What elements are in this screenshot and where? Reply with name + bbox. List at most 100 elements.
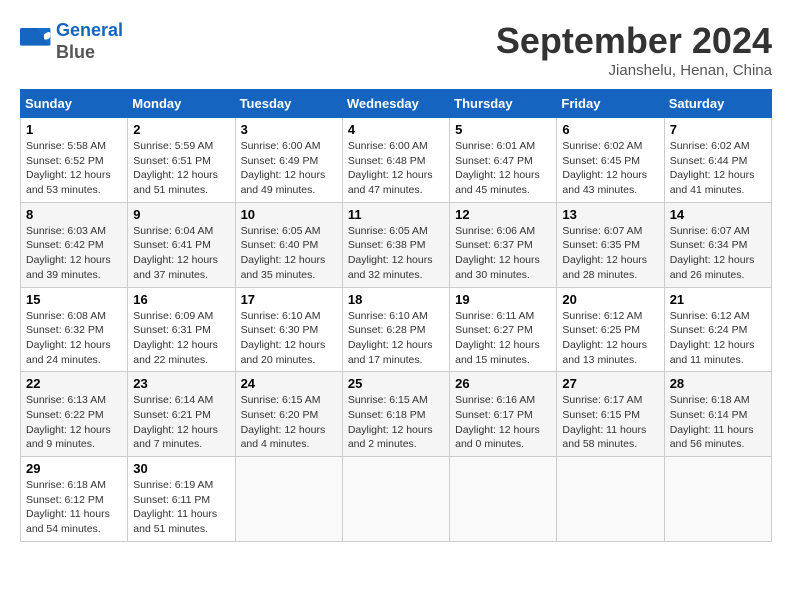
day-number: 9: [133, 207, 229, 222]
day-info: Sunrise: 6:07 AM Sunset: 6:35 PM Dayligh…: [562, 224, 658, 283]
day-number: 3: [241, 122, 337, 137]
day-info: Sunrise: 6:09 AM Sunset: 6:31 PM Dayligh…: [133, 309, 229, 368]
day-number: 18: [348, 292, 444, 307]
day-number: 28: [670, 376, 766, 391]
calendar-cell: 17 Sunrise: 6:10 AM Sunset: 6:30 PM Dayl…: [235, 287, 342, 372]
calendar-cell: 27 Sunrise: 6:17 AM Sunset: 6:15 PM Dayl…: [557, 372, 664, 457]
calendar-cell: 19 Sunrise: 6:11 AM Sunset: 6:27 PM Dayl…: [450, 287, 557, 372]
day-number: 20: [562, 292, 658, 307]
day-number: 2: [133, 122, 229, 137]
day-info: Sunrise: 6:02 AM Sunset: 6:45 PM Dayligh…: [562, 139, 658, 198]
calendar-cell: 14 Sunrise: 6:07 AM Sunset: 6:34 PM Dayl…: [664, 202, 771, 287]
calendar-cell: 12 Sunrise: 6:06 AM Sunset: 6:37 PM Dayl…: [450, 202, 557, 287]
calendar-cell: 28 Sunrise: 6:18 AM Sunset: 6:14 PM Dayl…: [664, 372, 771, 457]
day-info: Sunrise: 6:00 AM Sunset: 6:49 PM Dayligh…: [241, 139, 337, 198]
logo: General Blue: [20, 20, 123, 63]
calendar-cell: 16 Sunrise: 6:09 AM Sunset: 6:31 PM Dayl…: [128, 287, 235, 372]
calendar-cell: 25 Sunrise: 6:15 AM Sunset: 6:18 PM Dayl…: [342, 372, 449, 457]
title-area: September 2024 Jianshelu, Henan, China: [496, 20, 772, 79]
day-info: Sunrise: 6:05 AM Sunset: 6:38 PM Dayligh…: [348, 224, 444, 283]
day-info: Sunrise: 6:01 AM Sunset: 6:47 PM Dayligh…: [455, 139, 551, 198]
day-number: 1: [26, 122, 122, 137]
day-number: 27: [562, 376, 658, 391]
day-info: Sunrise: 6:15 AM Sunset: 6:18 PM Dayligh…: [348, 393, 444, 452]
calendar-cell: 24 Sunrise: 6:15 AM Sunset: 6:20 PM Dayl…: [235, 372, 342, 457]
calendar-cell: 22 Sunrise: 6:13 AM Sunset: 6:22 PM Dayl…: [21, 372, 128, 457]
day-info: Sunrise: 6:19 AM Sunset: 6:11 PM Dayligh…: [133, 478, 229, 537]
day-header-saturday: Saturday: [664, 90, 771, 118]
calendar-cell: 23 Sunrise: 6:14 AM Sunset: 6:21 PM Dayl…: [128, 372, 235, 457]
calendar-week-row: 1 Sunrise: 5:58 AM Sunset: 6:52 PM Dayli…: [21, 118, 772, 203]
day-number: 14: [670, 207, 766, 222]
calendar-cell: 8 Sunrise: 6:03 AM Sunset: 6:42 PM Dayli…: [21, 202, 128, 287]
day-number: 30: [133, 461, 229, 476]
calendar-week-row: 8 Sunrise: 6:03 AM Sunset: 6:42 PM Dayli…: [21, 202, 772, 287]
day-number: 11: [348, 207, 444, 222]
day-info: Sunrise: 6:08 AM Sunset: 6:32 PM Dayligh…: [26, 309, 122, 368]
day-number: 6: [562, 122, 658, 137]
calendar-cell: 15 Sunrise: 6:08 AM Sunset: 6:32 PM Dayl…: [21, 287, 128, 372]
day-info: Sunrise: 6:05 AM Sunset: 6:40 PM Dayligh…: [241, 224, 337, 283]
day-info: Sunrise: 6:18 AM Sunset: 6:12 PM Dayligh…: [26, 478, 122, 537]
day-number: 23: [133, 376, 229, 391]
calendar-cell: [557, 457, 664, 542]
day-number: 5: [455, 122, 551, 137]
calendar-cell: 1 Sunrise: 5:58 AM Sunset: 6:52 PM Dayli…: [21, 118, 128, 203]
day-number: 25: [348, 376, 444, 391]
day-number: 10: [241, 207, 337, 222]
day-number: 13: [562, 207, 658, 222]
month-title: September 2024: [496, 20, 772, 62]
day-number: 22: [26, 376, 122, 391]
day-info: Sunrise: 6:10 AM Sunset: 6:28 PM Dayligh…: [348, 309, 444, 368]
calendar-cell: [342, 457, 449, 542]
day-info: Sunrise: 6:13 AM Sunset: 6:22 PM Dayligh…: [26, 393, 122, 452]
day-number: 26: [455, 376, 551, 391]
day-number: 12: [455, 207, 551, 222]
calendar-cell: 21 Sunrise: 6:12 AM Sunset: 6:24 PM Dayl…: [664, 287, 771, 372]
calendar-cell: 11 Sunrise: 6:05 AM Sunset: 6:38 PM Dayl…: [342, 202, 449, 287]
calendar-cell: 30 Sunrise: 6:19 AM Sunset: 6:11 PM Dayl…: [128, 457, 235, 542]
calendar-cell: 9 Sunrise: 6:04 AM Sunset: 6:41 PM Dayli…: [128, 202, 235, 287]
day-info: Sunrise: 6:02 AM Sunset: 6:44 PM Dayligh…: [670, 139, 766, 198]
day-number: 8: [26, 207, 122, 222]
calendar-cell: 5 Sunrise: 6:01 AM Sunset: 6:47 PM Dayli…: [450, 118, 557, 203]
day-info: Sunrise: 6:10 AM Sunset: 6:30 PM Dayligh…: [241, 309, 337, 368]
day-header-wednesday: Wednesday: [342, 90, 449, 118]
day-info: Sunrise: 6:04 AM Sunset: 6:41 PM Dayligh…: [133, 224, 229, 283]
calendar-cell: 29 Sunrise: 6:18 AM Sunset: 6:12 PM Dayl…: [21, 457, 128, 542]
calendar-week-row: 29 Sunrise: 6:18 AM Sunset: 6:12 PM Dayl…: [21, 457, 772, 542]
calendar-header-row: SundayMondayTuesdayWednesdayThursdayFrid…: [21, 90, 772, 118]
calendar-cell: 3 Sunrise: 6:00 AM Sunset: 6:49 PM Dayli…: [235, 118, 342, 203]
calendar-cell: 26 Sunrise: 6:16 AM Sunset: 6:17 PM Dayl…: [450, 372, 557, 457]
day-info: Sunrise: 6:07 AM Sunset: 6:34 PM Dayligh…: [670, 224, 766, 283]
day-number: 24: [241, 376, 337, 391]
calendar-cell: [664, 457, 771, 542]
day-header-friday: Friday: [557, 90, 664, 118]
page-header: General Blue September 2024 Jianshelu, H…: [20, 20, 772, 79]
day-info: Sunrise: 6:00 AM Sunset: 6:48 PM Dayligh…: [348, 139, 444, 198]
calendar-cell: 20 Sunrise: 6:12 AM Sunset: 6:25 PM Dayl…: [557, 287, 664, 372]
calendar-cell: 7 Sunrise: 6:02 AM Sunset: 6:44 PM Dayli…: [664, 118, 771, 203]
day-number: 29: [26, 461, 122, 476]
day-header-tuesday: Tuesday: [235, 90, 342, 118]
day-info: Sunrise: 6:12 AM Sunset: 6:25 PM Dayligh…: [562, 309, 658, 368]
calendar-week-row: 15 Sunrise: 6:08 AM Sunset: 6:32 PM Dayl…: [21, 287, 772, 372]
day-number: 21: [670, 292, 766, 307]
calendar-cell: 10 Sunrise: 6:05 AM Sunset: 6:40 PM Dayl…: [235, 202, 342, 287]
calendar-table: SundayMondayTuesdayWednesdayThursdayFrid…: [20, 89, 772, 542]
calendar-cell: 13 Sunrise: 6:07 AM Sunset: 6:35 PM Dayl…: [557, 202, 664, 287]
day-info: Sunrise: 6:11 AM Sunset: 6:27 PM Dayligh…: [455, 309, 551, 368]
day-number: 16: [133, 292, 229, 307]
day-number: 15: [26, 292, 122, 307]
day-number: 4: [348, 122, 444, 137]
calendar-cell: 6 Sunrise: 6:02 AM Sunset: 6:45 PM Dayli…: [557, 118, 664, 203]
logo-text: General Blue: [56, 20, 123, 63]
day-header-monday: Monday: [128, 90, 235, 118]
calendar-week-row: 22 Sunrise: 6:13 AM Sunset: 6:22 PM Dayl…: [21, 372, 772, 457]
day-info: Sunrise: 6:12 AM Sunset: 6:24 PM Dayligh…: [670, 309, 766, 368]
day-number: 7: [670, 122, 766, 137]
day-info: Sunrise: 5:58 AM Sunset: 6:52 PM Dayligh…: [26, 139, 122, 198]
calendar-cell: [450, 457, 557, 542]
day-header-sunday: Sunday: [21, 90, 128, 118]
day-info: Sunrise: 6:14 AM Sunset: 6:21 PM Dayligh…: [133, 393, 229, 452]
